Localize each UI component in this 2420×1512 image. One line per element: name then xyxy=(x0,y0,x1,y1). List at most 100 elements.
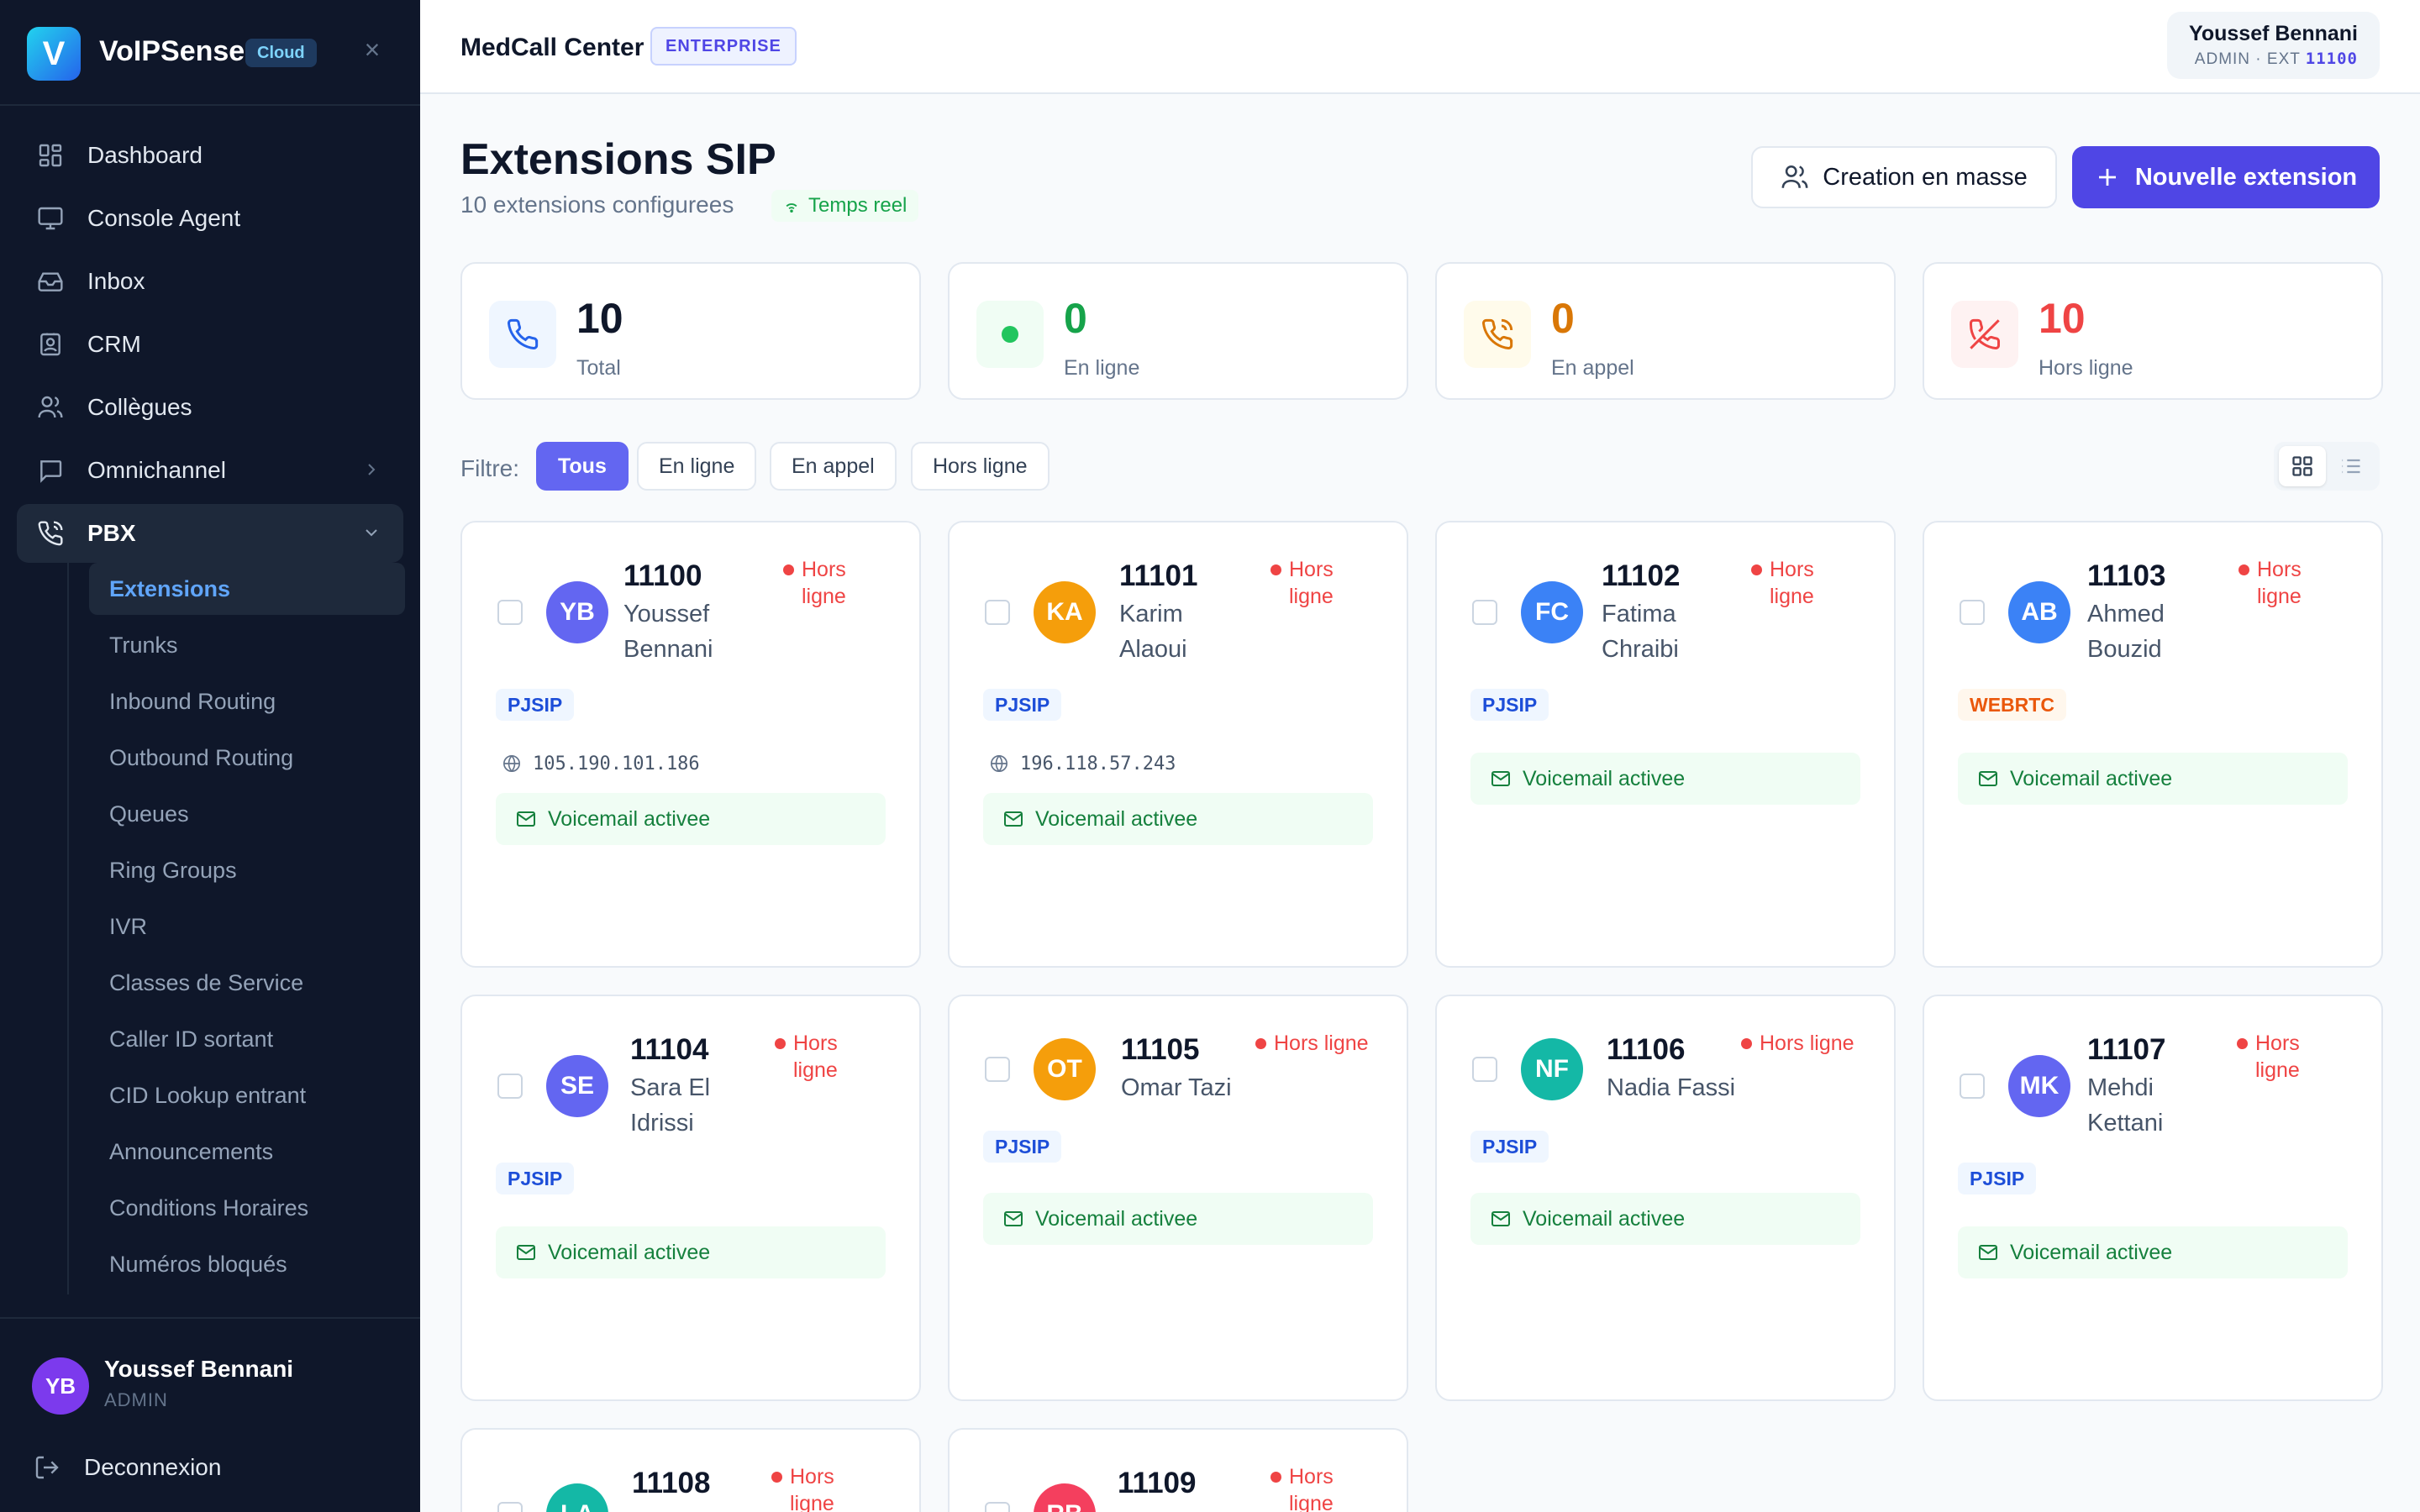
nav-item-label: Omnichannel xyxy=(87,457,226,483)
nav-item-omnichannel[interactable]: Omnichannel xyxy=(17,441,403,500)
realtime-label: Temps reel xyxy=(808,194,908,217)
globe-icon xyxy=(503,755,520,772)
bulk-create-button[interactable]: Creation en masse xyxy=(1751,146,2057,208)
phone-icon xyxy=(508,318,539,349)
page-title: Extensions SIP xyxy=(460,135,776,184)
user-menu[interactable]: Youssef Bennani ADMIN · EXT 11100 xyxy=(2167,12,2380,79)
select-checkbox[interactable] xyxy=(497,600,523,625)
protocol-badge: WEBRTC xyxy=(1958,689,2066,721)
subnav-item-classes-de-service[interactable]: Classes de Service xyxy=(89,957,405,1009)
extension-card[interactable]: OT 11105 Omar Tazi Hors ligne PJSIP Voic… xyxy=(948,995,1408,1401)
extension-card[interactable]: LA 11108 Hors ligne xyxy=(460,1428,921,1512)
logout-icon xyxy=(35,1456,59,1479)
filter-offline-button[interactable]: Hors ligne xyxy=(911,442,1050,491)
voicemail-status: Voicemail activee xyxy=(496,793,886,845)
extension-card[interactable]: RB 11109 Hors ligne xyxy=(948,1428,1408,1512)
subnav-item-queues[interactable]: Queues xyxy=(89,788,405,840)
select-checkbox[interactable] xyxy=(1960,600,1985,625)
sidebar-user: YB Youssef Bennani ADMIN Deconnexion xyxy=(0,1317,420,1512)
status-dot xyxy=(1741,1038,1752,1049)
wifi-icon xyxy=(786,203,797,213)
extension-card[interactable]: YB 11100 Youssef Bennani Hors ligne PJSI… xyxy=(460,521,921,968)
top-bar: MedCall Center ENTERPRISE Youssef Bennan… xyxy=(420,0,2420,94)
nav-item-pbx[interactable]: PBX xyxy=(17,504,403,563)
select-checkbox[interactable] xyxy=(985,600,1010,625)
subnav-item-inbound-routing[interactable]: Inbound Routing xyxy=(89,675,405,727)
extension-card[interactable]: KA 11101 Karim Alaoui Hors ligne PJSIP 1… xyxy=(948,521,1408,968)
select-checkbox[interactable] xyxy=(1472,600,1497,625)
subnav-item-conditions-horaires[interactable]: Conditions Horaires xyxy=(89,1182,405,1234)
extension-number: 11109 xyxy=(1118,1467,1197,1499)
extension-card[interactable]: NF 11106 Nadia Fassi Hors ligne PJSIP Vo… xyxy=(1435,995,1896,1401)
filter-in-call-button[interactable]: En appel xyxy=(770,442,897,491)
avatar: OT xyxy=(1034,1038,1096,1100)
grid-view-button[interactable] xyxy=(2279,446,2326,486)
stat-value: 0 xyxy=(1551,295,1575,342)
extension-card[interactable]: FC 11102 Fatima Chraibi Hors ligne PJSIP… xyxy=(1435,521,1896,968)
subnav-item-trunks[interactable]: Trunks xyxy=(89,619,405,671)
ip-text: 196.118.57.243 xyxy=(1020,753,1176,774)
extension-number: 11103 xyxy=(2087,559,2166,592)
avatar: MK xyxy=(2008,1055,2070,1117)
extension-user-name: Omar Tazi xyxy=(1121,1074,1232,1101)
close-sidebar-icon[interactable]: × xyxy=(360,36,385,63)
voicemail-status: Voicemail activee xyxy=(983,1193,1373,1245)
nav-item-collegues[interactable]: Collègues xyxy=(17,378,403,437)
nav-item-inbox[interactable]: Inbox xyxy=(17,252,403,311)
stat-label: En ligne xyxy=(1064,356,1140,380)
avatar: FC xyxy=(1521,581,1583,643)
stat-card-in-call: 0 En appel xyxy=(1435,262,1896,400)
select-checkbox[interactable] xyxy=(497,1502,523,1512)
pbx-subnav: Extensions Trunks Inbound Routing Outbou… xyxy=(67,563,405,1294)
subnav-item-extensions[interactable]: Extensions xyxy=(89,563,405,615)
view-toggle xyxy=(2274,442,2380,491)
extension-card[interactable]: MK 11107 Mehdi Kettani Hors ligne PJSIP … xyxy=(1923,995,2383,1401)
status-dot xyxy=(1270,564,1281,575)
avatar: YB xyxy=(546,581,608,643)
phone-call-icon xyxy=(1482,318,1513,349)
extension-number: 11102 xyxy=(1602,559,1681,592)
globe-icon xyxy=(991,755,1007,772)
new-extension-button[interactable]: Nouvelle extension xyxy=(2072,146,2380,208)
status-text: Hors ligne xyxy=(2257,558,2302,608)
subnav-item-outbound-routing[interactable]: Outbound Routing xyxy=(89,732,405,784)
select-checkbox[interactable] xyxy=(985,1502,1010,1512)
select-checkbox[interactable] xyxy=(497,1074,523,1099)
stat-value: 10 xyxy=(2039,295,2086,342)
new-extension-label: Nouvelle extension xyxy=(2134,163,2358,191)
stat-card-online: 0 En ligne xyxy=(948,262,1408,400)
status-badge: Hors ligne xyxy=(2238,556,2324,610)
extension-card[interactable]: SE 11104 Sara El Idrissi Hors ligne PJSI… xyxy=(460,995,921,1401)
voicemail-text: Voicemail activee xyxy=(548,806,711,831)
filter-all-button[interactable]: Tous xyxy=(536,442,629,491)
status-badge: Hors ligne xyxy=(1255,1030,1400,1057)
logout-button[interactable]: Deconnexion xyxy=(34,1446,221,1488)
select-checkbox[interactable] xyxy=(1960,1074,1985,1099)
mail-icon xyxy=(1491,771,1510,786)
nav-item-crm[interactable]: CRM xyxy=(17,315,403,374)
subnav-item-ring-groups[interactable]: Ring Groups xyxy=(89,844,405,896)
subnav-item-numeros-bloques[interactable]: Numéros bloqués xyxy=(89,1238,405,1290)
extension-card[interactable]: AB 11103 Ahmed Bouzid Hors ligne WEBRTC … xyxy=(1923,521,2383,968)
subnav-item-cid-lookup[interactable]: CID Lookup entrant xyxy=(89,1069,405,1121)
stat-value: 0 xyxy=(1064,295,1087,342)
select-checkbox[interactable] xyxy=(1472,1057,1497,1082)
nav-item-dashboard[interactable]: Dashboard xyxy=(17,126,403,185)
status-badge: Hors ligne xyxy=(1270,1463,1356,1512)
filter-label: Filtre: xyxy=(460,455,519,481)
filter-online-button[interactable]: En ligne xyxy=(637,442,757,491)
list-view-button[interactable] xyxy=(2328,446,2375,486)
bulk-create-label: Creation en masse xyxy=(1823,163,2028,191)
contact-icon xyxy=(40,333,60,356)
org-name: MedCall Center xyxy=(460,34,644,61)
subnav-item-ivr[interactable]: IVR xyxy=(89,900,405,953)
mail-icon xyxy=(1979,1245,1997,1260)
plan-badge: ENTERPRISE xyxy=(650,27,797,66)
subnav-item-caller-id-sortant[interactable]: Caller ID sortant xyxy=(89,1013,405,1065)
extension-number: 11106 xyxy=(1607,1033,1686,1066)
voicemail-text: Voicemail activee xyxy=(1523,1206,1686,1231)
subnav-item-announcements[interactable]: Announcements xyxy=(89,1126,405,1178)
stat-icon-box xyxy=(489,301,556,368)
select-checkbox[interactable] xyxy=(985,1057,1010,1082)
nav-item-console-agent[interactable]: Console Agent xyxy=(17,189,403,248)
